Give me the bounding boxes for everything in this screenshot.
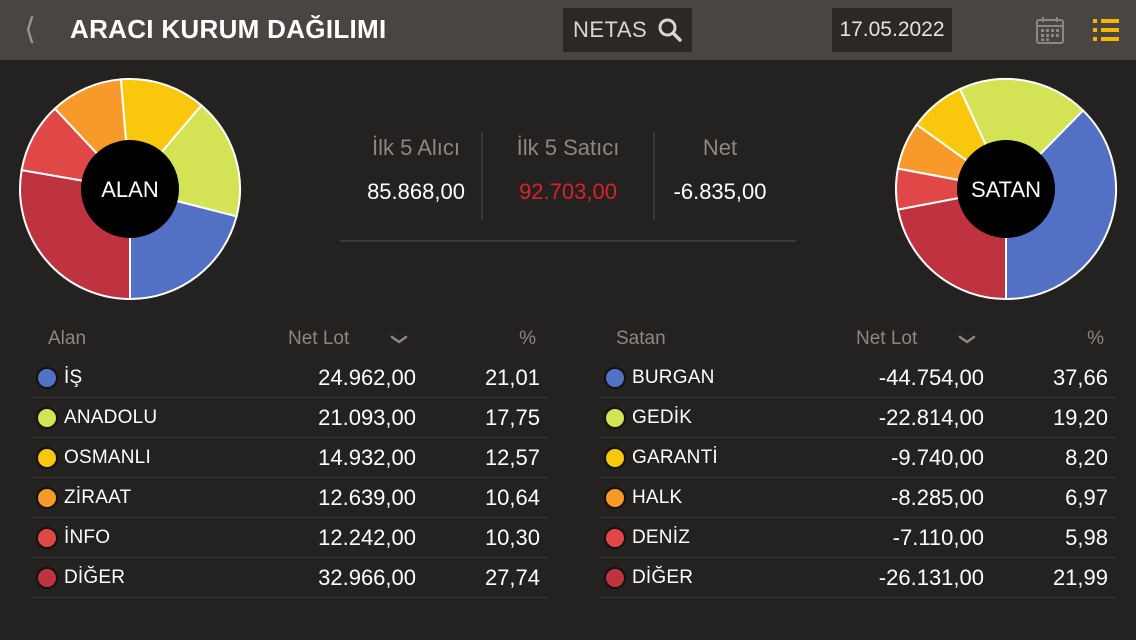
table-row[interactable]: HALK -8.285,00 6,97 bbox=[600, 478, 1116, 518]
col-header-percent: % bbox=[519, 328, 536, 349]
broker-name: ZİRAAT bbox=[64, 487, 132, 508]
legend-color-dot bbox=[604, 367, 626, 389]
net-lot-value: 14.932,00 bbox=[318, 445, 416, 470]
percent-value: 21,01 bbox=[484, 365, 540, 390]
summary-panel: İlk 5 Alıcı 85.868,00 İlk 5 Satıcı 92.70… bbox=[340, 130, 796, 242]
net-lot-value: 12.639,00 bbox=[318, 485, 416, 510]
top5-buyers-value: 85.868,00 bbox=[367, 179, 465, 204]
top5-sellers: İlk 5 Satıcı 92.703,00 bbox=[492, 130, 644, 212]
col-header-name: Alan bbox=[48, 328, 87, 349]
table-row[interactable]: GEDİK -22.814,00 19,20 bbox=[600, 398, 1116, 438]
col-header-net-lot[interactable]: Net Lot bbox=[856, 328, 917, 350]
broker-name: HALK bbox=[632, 487, 683, 508]
net-total: Net -6.835,00 bbox=[644, 130, 796, 212]
broker-name: GARANTİ bbox=[632, 447, 718, 468]
buyers-pie-chart: ALAN bbox=[19, 78, 241, 301]
table-row[interactable]: OSMANLI 14.932,00 12,57 bbox=[32, 438, 548, 478]
divider bbox=[481, 132, 483, 220]
legend-color-dot bbox=[604, 567, 626, 589]
percent-value: 12,57 bbox=[484, 445, 540, 470]
broker-name: GEDİK bbox=[632, 407, 693, 428]
net-lot-value: 21.093,00 bbox=[318, 405, 416, 430]
table-row[interactable]: İNFO 12.242,00 10,30 bbox=[32, 518, 548, 558]
legend-color-dot bbox=[36, 487, 58, 509]
percent-value: 8,20 bbox=[1065, 445, 1108, 470]
top5-buyers: İlk 5 Alıcı 85.868,00 bbox=[340, 130, 492, 212]
buyers-pie-label: ALAN bbox=[101, 177, 158, 202]
symbol-label: NETAS bbox=[573, 17, 648, 42]
percent-value: 17,75 bbox=[484, 405, 540, 430]
legend-color-dot bbox=[36, 567, 58, 589]
date-selector[interactable]: 17.05.2022 bbox=[832, 8, 952, 52]
net-lot-value: -22.814,00 bbox=[878, 405, 984, 430]
table-row[interactable]: GARANTİ -9.740,00 8,20 bbox=[600, 438, 1116, 478]
col-header-percent: % bbox=[1087, 328, 1104, 349]
broker-name: İŞ bbox=[64, 367, 83, 388]
sellers-table-header: Satan Net Lot % bbox=[600, 322, 1116, 358]
broker-name: DİĞER bbox=[632, 567, 694, 588]
percent-value: 10,64 bbox=[484, 485, 540, 510]
net-lot-value: 12.242,00 bbox=[318, 525, 416, 550]
sellers-table: Satan Net Lot % BURGAN -44.754,00 37,66 GED… bbox=[600, 322, 1116, 598]
percent-value: 10,30 bbox=[484, 525, 540, 550]
date-label: 17.05.2022 bbox=[839, 18, 945, 41]
net-label: Net bbox=[702, 135, 738, 160]
legend-color-dot bbox=[604, 487, 626, 509]
top5-sellers-value: 92.703,00 bbox=[519, 179, 617, 204]
search-icon bbox=[658, 18, 682, 42]
buyers-table: Alan Net Lot % İŞ 24.962,00 21,01 ANADOLU 21… bbox=[32, 322, 548, 598]
legend-color-dot bbox=[604, 527, 626, 549]
table-row[interactable]: DİĞER 32.966,00 27,74 bbox=[32, 558, 548, 598]
percent-value: 27,74 bbox=[484, 565, 540, 590]
top5-buyers-label: İlk 5 Alıcı bbox=[371, 135, 461, 160]
legend-color-dot bbox=[604, 407, 626, 429]
legend-color-dot bbox=[36, 367, 58, 389]
net-lot-value: -7.110,00 bbox=[892, 525, 984, 550]
percent-value: 21,99 bbox=[1052, 565, 1108, 590]
percent-value: 37,66 bbox=[1052, 365, 1108, 390]
symbol-search-button[interactable]: NETAS bbox=[563, 8, 692, 52]
net-lot-value: -8.285,00 bbox=[891, 485, 984, 510]
net-lot-value: -26.131,00 bbox=[878, 565, 984, 590]
legend-color-dot bbox=[604, 447, 626, 469]
legend-color-dot bbox=[36, 527, 58, 549]
table-row[interactable]: İŞ 24.962,00 21,01 bbox=[32, 358, 548, 398]
sort-chevron-icon[interactable] bbox=[958, 324, 976, 360]
table-row[interactable]: DENİZ -7.110,00 5,98 bbox=[600, 518, 1116, 558]
legend-color-dot bbox=[36, 407, 58, 429]
broker-name: ANADOLU bbox=[64, 407, 158, 428]
table-row[interactable]: ZİRAAT 12.639,00 10,64 bbox=[32, 478, 548, 518]
summary-divider bbox=[340, 240, 796, 242]
list-icon[interactable] bbox=[1092, 16, 1120, 44]
top-bar: ⟨ ARACI KURUM DAĞILIMI NETAS 17.05.2022 bbox=[0, 0, 1136, 60]
net-value: -6.835,00 bbox=[673, 179, 767, 204]
percent-value: 5,98 bbox=[1065, 525, 1108, 550]
percent-value: 6,97 bbox=[1065, 485, 1108, 510]
col-header-name: Satan bbox=[616, 328, 666, 349]
calendar-icon[interactable] bbox=[1034, 14, 1066, 46]
buyers-table-header: Alan Net Lot % bbox=[32, 322, 548, 358]
broker-name: İNFO bbox=[64, 527, 111, 548]
broker-name: DENİZ bbox=[632, 527, 690, 548]
broker-name: BURGAN bbox=[632, 367, 715, 388]
legend-color-dot bbox=[36, 447, 58, 469]
net-lot-value: -9.740,00 bbox=[891, 445, 984, 470]
col-header-net-lot[interactable]: Net Lot bbox=[288, 328, 349, 350]
broker-name: OSMANLI bbox=[64, 447, 151, 468]
percent-value: 19,20 bbox=[1052, 405, 1108, 430]
broker-name: DİĞER bbox=[64, 567, 126, 588]
table-row[interactable]: ANADOLU 21.093,00 17,75 bbox=[32, 398, 548, 438]
table-row[interactable]: BURGAN -44.754,00 37,66 bbox=[600, 358, 1116, 398]
table-row[interactable]: DİĞER -26.131,00 21,99 bbox=[600, 558, 1116, 598]
net-lot-value: 32.966,00 bbox=[318, 565, 416, 590]
chevron-left-icon[interactable]: ⟨ bbox=[16, 10, 44, 50]
page-title: ARACI KURUM DAĞILIMI bbox=[70, 14, 387, 44]
net-lot-value: 24.962,00 bbox=[318, 365, 416, 390]
sellers-pie-label: SATAN bbox=[971, 177, 1041, 202]
sort-chevron-icon[interactable] bbox=[390, 324, 408, 360]
sellers-pie-chart: SATAN bbox=[895, 78, 1117, 301]
net-lot-value: -44.754,00 bbox=[878, 365, 984, 390]
top5-sellers-label: İlk 5 Satıcı bbox=[516, 135, 620, 160]
